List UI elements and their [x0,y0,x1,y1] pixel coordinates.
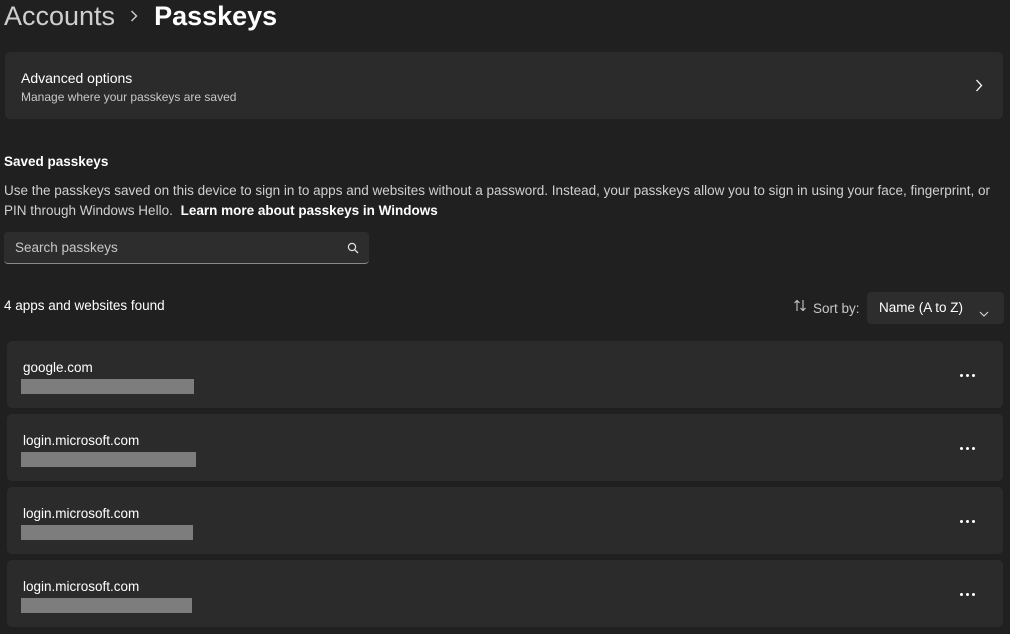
chevron-down-icon [979,304,989,322]
search-box [4,232,369,264]
search-input[interactable] [4,232,334,262]
search-icon[interactable] [347,241,359,259]
sort-selected-value: Name (A to Z) [879,300,964,315]
saved-passkeys-description-text: Use the passkeys saved on this device to… [4,183,991,218]
passkey-row[interactable]: login.microsoft.com [7,487,1003,554]
saved-passkeys-heading: Saved passkeys [4,154,109,169]
passkey-row[interactable]: google.com [7,341,1003,408]
sort-label: Sort by: [813,300,860,316]
more-options-button[interactable] [953,438,981,458]
more-options-button[interactable] [953,511,981,531]
more-options-button[interactable] [953,365,981,385]
advanced-options-title: Advanced options [21,70,133,86]
passkey-row[interactable]: login.microsoft.com [7,560,1003,627]
sort-arrows-icon [793,299,807,317]
sort-label-group: Sort by: [793,299,860,317]
breadcrumb-chevron-icon [130,10,138,22]
page-title: Passkeys [154,0,278,31]
passkey-site-name: login.microsoft.com [23,433,140,448]
passkey-row[interactable]: login.microsoft.com [7,414,1003,481]
redacted-account-name [21,598,192,613]
passkey-site-name: google.com [23,360,93,375]
breadcrumb-accounts-link[interactable]: Accounts [4,1,115,32]
chevron-right-icon [975,79,983,97]
saved-passkeys-description: Use the passkeys saved on this device to… [4,181,1004,221]
redacted-account-name [21,452,196,467]
passkey-site-name: login.microsoft.com [23,506,140,521]
advanced-options-subtitle: Manage where your passkeys are saved [21,90,237,104]
learn-more-link[interactable]: Learn more about passkeys in Windows [181,203,438,218]
advanced-options-card[interactable]: Advanced options Manage where your passk… [5,52,1003,119]
breadcrumb: Accounts Passkeys [4,0,277,38]
passkey-site-name: login.microsoft.com [23,579,140,594]
sort-dropdown[interactable]: Name (A to Z) [867,292,1004,324]
results-count: 4 apps and websites found [4,298,165,313]
more-options-button[interactable] [953,584,981,604]
redacted-account-name [21,379,194,394]
redacted-account-name [21,525,193,540]
